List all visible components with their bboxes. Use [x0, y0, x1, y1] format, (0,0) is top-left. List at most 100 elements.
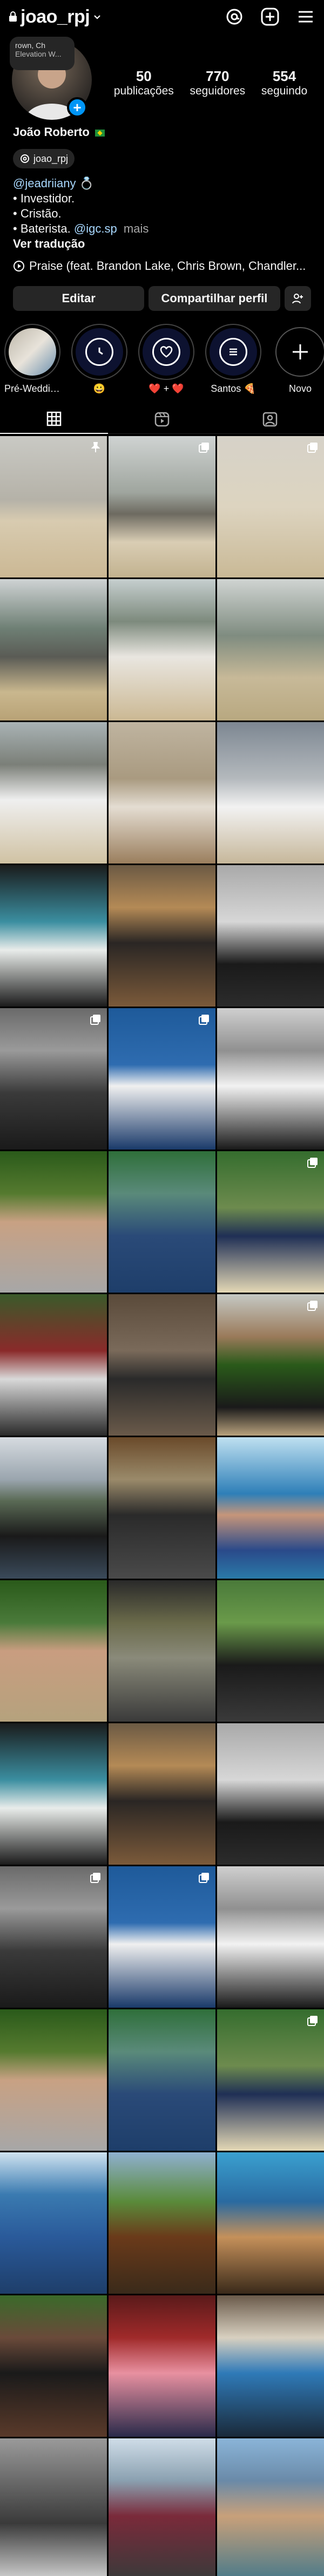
edit-profile-button[interactable]: Editar	[13, 286, 145, 311]
post-tile[interactable]	[109, 1866, 215, 2008]
post-tile[interactable]	[0, 1723, 107, 1865]
post-tile[interactable]	[109, 2295, 215, 2437]
post-tile[interactable]	[217, 1151, 324, 1293]
stat-followers[interactable]: 770 seguidores	[190, 68, 245, 98]
post-tile[interactable]	[0, 2152, 107, 2294]
bio-more-link[interactable]: mais	[124, 222, 148, 235]
post-tile[interactable]	[109, 722, 215, 864]
tab-grid[interactable]	[0, 405, 108, 434]
post-tile[interactable]	[109, 2438, 215, 2576]
stat-following-count: 554	[272, 68, 296, 84]
share-profile-button[interactable]: Compartilhar perfil	[148, 286, 280, 311]
bio-church-link[interactable]: @igc.sp	[74, 222, 117, 235]
posts-grid	[0, 436, 324, 2576]
carousel-icon	[199, 1873, 209, 1883]
highlight-cover	[275, 327, 324, 377]
post-tile[interactable]	[0, 2295, 107, 2437]
post-tile[interactable]	[217, 579, 324, 721]
highlight-ring	[205, 324, 261, 380]
threads-handle: joao_rpj	[33, 153, 69, 164]
post-tile[interactable]	[217, 1437, 324, 1579]
post-tile[interactable]	[217, 1723, 324, 1865]
post-tile[interactable]	[217, 2295, 324, 2437]
discover-people-button[interactable]	[284, 286, 312, 311]
add-story-button[interactable]: +	[67, 97, 87, 118]
post-tile[interactable]	[109, 1580, 215, 1722]
threads-badge[interactable]: joao_rpj	[13, 149, 75, 168]
post-tile[interactable]	[217, 2152, 324, 2294]
profile-username[interactable]: joao_rpj	[21, 6, 90, 28]
music-title: Praise (feat. Brandon Lake, Chris Brown,…	[29, 259, 306, 273]
bio-mention-link[interactable]: @jeadriiany	[13, 176, 76, 190]
bio-line-3: • Baterista.	[13, 222, 71, 235]
post-tile[interactable]	[217, 1294, 324, 1436]
stat-posts[interactable]: 50 publicações	[114, 68, 174, 98]
post-tile[interactable]	[0, 1294, 107, 1436]
add-post-icon[interactable]	[260, 7, 280, 26]
carousel-icon	[307, 1158, 318, 1168]
carousel-icon	[307, 1301, 318, 1311]
post-tile[interactable]	[0, 1008, 107, 1150]
post-tile[interactable]	[109, 1437, 215, 1579]
top-bar: joao_rpj	[0, 0, 324, 33]
post-tile[interactable]	[217, 1866, 324, 2008]
post-tile[interactable]	[217, 1008, 324, 1150]
post-tile[interactable]	[217, 2009, 324, 2151]
post-tile[interactable]	[0, 579, 107, 721]
profile-music[interactable]: Praise (feat. Brandon Lake, Chris Brown,…	[13, 259, 311, 273]
highlight-santos[interactable]: Santos 🍕	[205, 324, 261, 395]
highlight-label: Santos 🍕	[211, 383, 256, 394]
post-tile[interactable]	[217, 722, 324, 864]
post-tile[interactable]	[0, 1151, 107, 1293]
highlight-3[interactable]: ❤️ + ❤️	[138, 324, 194, 395]
profile-name: João Roberto	[13, 125, 105, 139]
music-icon	[14, 261, 24, 271]
threads-icon[interactable]	[225, 7, 244, 26]
highlight-cover	[76, 328, 123, 376]
post-tile[interactable]	[0, 1437, 107, 1579]
post-tile[interactable]	[0, 722, 107, 864]
post-tile[interactable]	[109, 1723, 215, 1865]
avatar-container[interactable]: rown, Ch Elevation W... +	[10, 37, 92, 120]
grid-icon	[46, 411, 62, 426]
ring-icon: 💍	[79, 176, 94, 190]
plus-icon	[293, 344, 308, 359]
post-tile[interactable]	[217, 2438, 324, 2576]
post-tile[interactable]	[0, 865, 107, 1007]
post-tile[interactable]	[217, 1580, 324, 1722]
lock-icon	[9, 11, 17, 22]
stat-following[interactable]: 554 seguindo	[261, 68, 307, 98]
highlight-label: 😀	[93, 383, 106, 394]
post-tile[interactable]	[217, 865, 324, 1007]
post-tile[interactable]	[109, 1151, 215, 1293]
post-tile[interactable]	[0, 1866, 107, 2008]
bio-line-2: • Cristão.	[13, 207, 62, 220]
note-bubble[interactable]: rown, Ch Elevation W...	[10, 37, 75, 70]
profile-tabs	[0, 405, 324, 434]
post-tile[interactable]	[109, 865, 215, 1007]
post-tile[interactable]	[0, 436, 107, 577]
tab-reels[interactable]	[108, 405, 216, 434]
post-tile[interactable]	[109, 1294, 215, 1436]
highlight-pre-wedding[interactable]: Pré-Weddin...	[4, 324, 60, 395]
brazil-flag-icon	[94, 129, 105, 137]
post-tile[interactable]	[0, 1580, 107, 1722]
see-translation-link[interactable]: Ver tradução	[13, 236, 311, 252]
post-tile[interactable]	[109, 436, 215, 577]
highlight-ring	[138, 324, 194, 380]
clock-icon	[85, 338, 113, 366]
post-tile[interactable]	[217, 436, 324, 577]
post-tile[interactable]	[0, 2009, 107, 2151]
post-tile[interactable]	[109, 2152, 215, 2294]
highlight-new[interactable]: Novo	[272, 324, 324, 395]
stat-following-label: seguindo	[261, 85, 308, 97]
profile-bio: @jeadriiany 💍 • Investidor. • Cristão. •…	[13, 176, 311, 252]
highlight-2[interactable]: 😀	[71, 324, 127, 395]
tab-tagged[interactable]	[216, 405, 324, 434]
post-tile[interactable]	[109, 1008, 215, 1150]
post-tile[interactable]	[109, 579, 215, 721]
menu-icon[interactable]	[296, 7, 315, 26]
chevron-down-icon[interactable]	[93, 12, 102, 21]
post-tile[interactable]	[0, 2438, 107, 2576]
post-tile[interactable]	[109, 2009, 215, 2151]
